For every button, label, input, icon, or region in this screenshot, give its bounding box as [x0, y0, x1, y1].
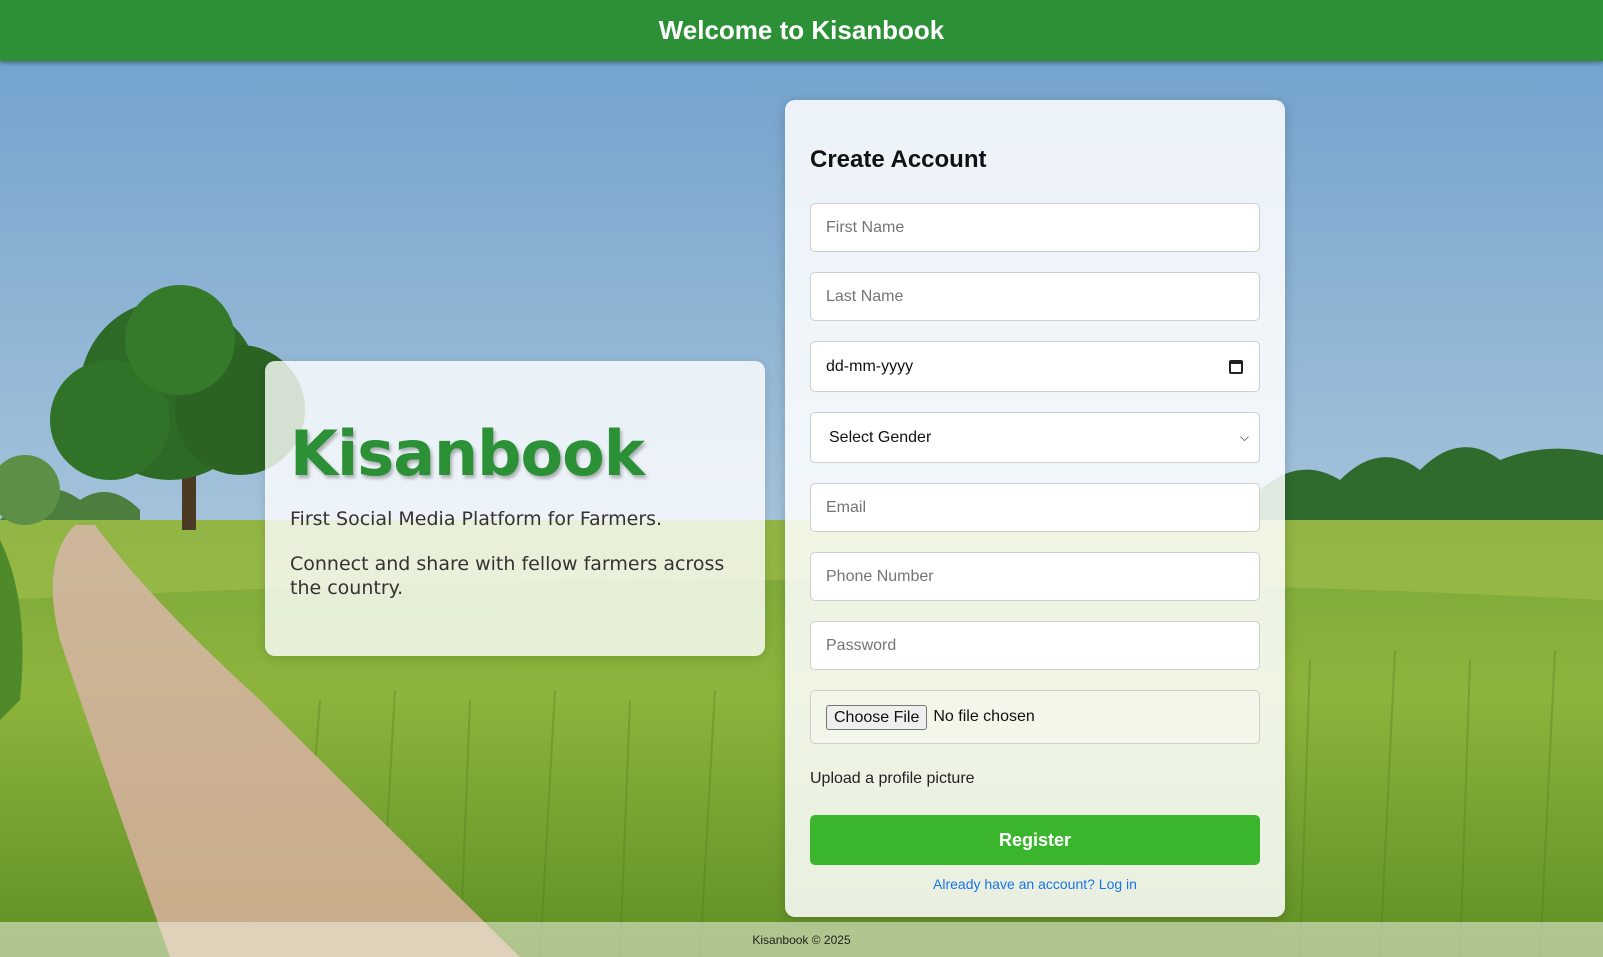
- footer-copyright: Kisanbook © 2025: [752, 932, 851, 947]
- dob-placeholder: dd-mm-yyyy: [826, 357, 914, 375]
- page-title: Welcome to Kisanbook: [658, 15, 945, 45]
- dob-input[interactable]: dd-mm-yyyy: [810, 341, 1260, 392]
- chevron-down-icon: ⌵: [1239, 430, 1249, 444]
- phone-placeholder: Phone Number: [826, 567, 934, 585]
- first-name-input[interactable]: First Name: [810, 203, 1260, 252]
- phone-input[interactable]: Phone Number: [810, 552, 1260, 601]
- login-link[interactable]: Already have an account? Log in: [810, 876, 1260, 892]
- brand-logo-text: Kisanbook: [290, 417, 645, 490]
- first-name-placeholder: First Name: [826, 218, 905, 236]
- last-name-input[interactable]: Last Name: [810, 272, 1260, 321]
- gender-selected-value: Select Gender: [829, 428, 932, 446]
- register-card: Create Account First Name Last Name dd-m…: [785, 100, 1285, 917]
- top-header: Welcome to Kisanbook: [0, 0, 1603, 61]
- hero-card: Kisanbook First Social Media Platform fo…: [265, 361, 765, 656]
- register-button[interactable]: Register: [810, 815, 1260, 865]
- form-title: Create Account: [810, 146, 987, 173]
- upload-hint: Upload a profile picture: [810, 770, 975, 787]
- password-placeholder: Password: [826, 636, 897, 654]
- hero-description: Connect and share with fellow farmers ac…: [290, 553, 725, 599]
- password-input[interactable]: Password: [810, 621, 1260, 670]
- email-placeholder: Email: [826, 498, 867, 516]
- page-footer: Kisanbook © 2025: [0, 922, 1603, 957]
- gender-select[interactable]: Select Gender ⌵: [810, 412, 1260, 463]
- choose-file-button[interactable]: Choose File: [826, 704, 928, 730]
- profile-picture-upload: Choose File No file chosen: [810, 690, 1260, 744]
- calendar-icon[interactable]: [1229, 359, 1243, 374]
- hero-tagline: First Social Media Platform for Farmers.: [290, 508, 663, 530]
- file-status-text: No file chosen: [933, 708, 1035, 725]
- last-name-placeholder: Last Name: [826, 287, 904, 305]
- email-input[interactable]: Email: [810, 483, 1260, 532]
